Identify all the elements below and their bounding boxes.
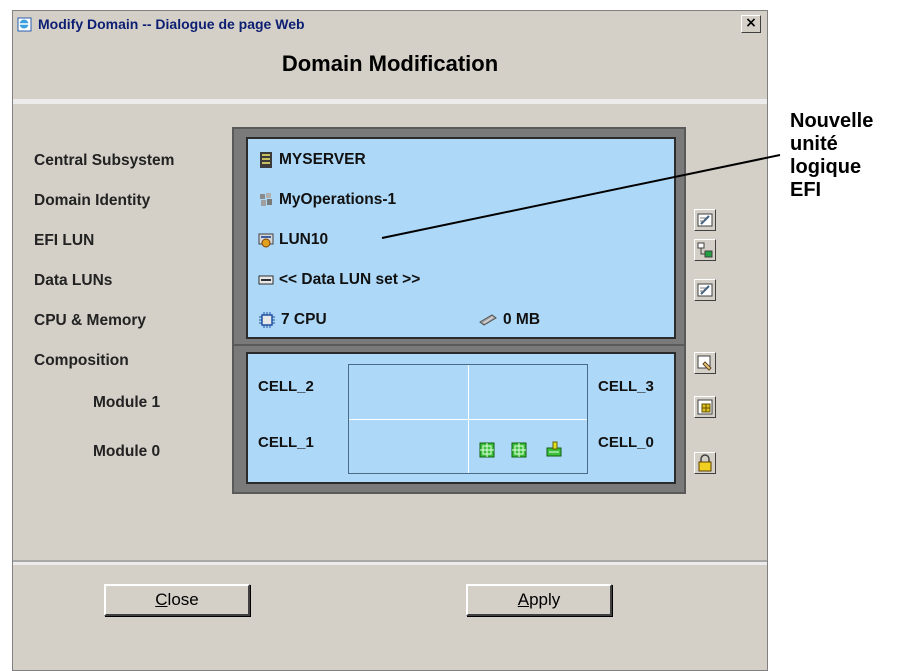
annotation-line-3: logique [790, 156, 862, 178]
close-window-button[interactable]: × [741, 15, 761, 33]
edit-efi-lun-button[interactable] [694, 209, 716, 231]
label-cpu-memory: CPU & Memory [34, 312, 146, 329]
cell-cpu-icon[interactable] [479, 442, 495, 458]
composition-panel: CELL_2 CELL_3 CELL_1 CELL_0 [246, 352, 676, 484]
label-module-0: Module 0 [93, 443, 161, 460]
domain-info-panel: MYSERVER MyOperations-1 LUN10 << Data LU… [246, 137, 676, 339]
label-efi-lun: EFI LUN [34, 232, 95, 249]
label-module-1: Module 1 [93, 394, 161, 411]
domain-info-frame: MYSERVER MyOperations-1 LUN10 << Data LU… [232, 127, 686, 349]
apply-button[interactable]: Apply [466, 584, 612, 616]
cpu-chip-icon [259, 312, 275, 328]
efi-lun-value: LUN10 [279, 231, 329, 248]
close-icon: × [745, 15, 757, 31]
cell-grid[interactable] [348, 364, 588, 474]
data-lun-icon [258, 275, 274, 285]
composition-frame: CELL_2 CELL_3 CELL_1 CELL_0 [232, 344, 686, 494]
lun-disk-icon [258, 233, 274, 248]
edit-icon [697, 213, 713, 227]
close-mnemonic: C [155, 590, 168, 609]
close-label-rest: lose [167, 590, 199, 609]
close-button[interactable]: Close [104, 584, 250, 616]
edit-data-luns-button[interactable] [694, 279, 716, 301]
annotation-line-2: unité [790, 133, 838, 155]
title-bar[interactable]: Modify Domain -- Dialogue de page Web × [13, 11, 767, 37]
label-data-luns: Data LUNs [34, 272, 113, 289]
annotation-line-1: Nouvelle [790, 110, 874, 132]
select-lun-button[interactable] [694, 239, 716, 261]
domain-icon [260, 193, 272, 206]
domain-identity-row[interactable]: MyOperations-1 [258, 191, 396, 209]
efi-lun-row[interactable]: LUN10 [258, 231, 328, 249]
tree-select-icon [697, 242, 713, 258]
grid-select-icon [697, 399, 713, 415]
composition-edit-button[interactable] [694, 352, 716, 374]
server-icon [260, 152, 272, 168]
window-title: Modify Domain -- Dialogue de page Web [38, 16, 305, 32]
apply-mnemonic: A [517, 590, 530, 609]
page-title: Domain Modification [281, 51, 499, 76]
composition-select-button[interactable] [694, 396, 716, 418]
lock-button[interactable] [694, 452, 716, 474]
data-luns-row[interactable]: << Data LUN set >> [258, 271, 420, 289]
memory-module-icon [479, 314, 497, 326]
cpu-value: 7 CPU [281, 311, 327, 328]
cpu-row[interactable]: 7 CPU [258, 311, 327, 329]
cell-2-label[interactable]: CELL_2 [258, 378, 314, 395]
central-subsystem-value: MYSERVER [279, 151, 366, 168]
grid-divider-v [468, 365, 469, 473]
label-central-subsystem: Central Subsystem [34, 152, 175, 169]
annotation-line-4: EFI [790, 179, 822, 201]
memory-value: 0 MB [503, 311, 541, 328]
label-composition: Composition [34, 352, 129, 369]
central-subsystem-row[interactable]: MYSERVER [258, 151, 366, 169]
label-domain-identity: Domain Identity [34, 192, 151, 209]
ie-page-icon [17, 17, 32, 32]
cell-3-label[interactable]: CELL_3 [598, 378, 654, 395]
cell-1-label[interactable]: CELL_1 [258, 434, 314, 451]
cell-0-label[interactable]: CELL_0 [598, 434, 654, 451]
lock-icon [698, 454, 712, 472]
data-luns-value: << Data LUN set >> [279, 271, 421, 288]
hand-edit-icon [697, 355, 712, 371]
apply-label-rest: pply [529, 590, 561, 609]
annotation-callout: Nouvelle unité logique EFI [790, 110, 873, 202]
memory-row[interactable]: 0 MB [478, 311, 540, 329]
cell-cpu-icon[interactable] [511, 442, 527, 458]
domain-identity-value: MyOperations-1 [279, 191, 397, 208]
cell-io-icon[interactable] [545, 440, 563, 458]
edit-icon [697, 283, 713, 297]
